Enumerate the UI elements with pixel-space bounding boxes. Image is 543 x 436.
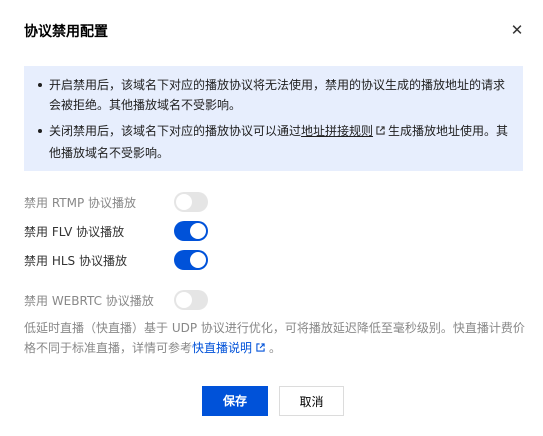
notice-text: 开启禁用后，该域名下对应的播放协议将无法使用，禁用的协议生成的播放地址的请求会被…: [49, 78, 506, 112]
save-button[interactable]: 保存: [202, 386, 268, 416]
toggle-label-flv: 禁用 FLV 协议播放: [24, 224, 125, 239]
notice-item: 开启禁用后，该域名下对应的播放协议将无法使用，禁用的协议生成的播放地址的请求会被…: [38, 75, 509, 115]
webrtc-toggle[interactable]: [174, 290, 208, 310]
fast-live-doc-link[interactable]: 快直播说明: [192, 341, 252, 355]
rtmp-toggle[interactable]: [174, 192, 208, 212]
toggle-label-hls: 禁用 HLS 协议播放: [24, 253, 127, 268]
dialog-title: 协议禁用配置: [24, 24, 108, 40]
toggle-label-rtmp: 禁用 RTMP 协议播放: [24, 195, 137, 210]
cancel-button[interactable]: 取消: [279, 386, 344, 416]
toggle-knob: [190, 252, 206, 268]
notice-text-before: 关闭禁用后，该域名下对应的播放协议可以通过: [49, 124, 302, 138]
flv-toggle[interactable]: [174, 221, 208, 241]
toggle-knob: [176, 194, 192, 210]
toggle-row-webrtc: 禁用 WEBRTC 协议播放: [24, 290, 208, 310]
notice-item: 关闭禁用后，该域名下对应的播放协议可以通过地址拼接规则 生成播放地址使用。其他播放…: [38, 121, 509, 163]
hls-toggle[interactable]: [174, 250, 208, 270]
toggle-row-flv: 禁用 FLV 协议播放: [24, 221, 208, 241]
protocol-disable-dialog: 协议禁用配置 ✕ 开启禁用后，该域名下对应的播放协议将无法使用，禁用的协议生成的…: [0, 0, 543, 436]
toggle-row-hls: 禁用 HLS 协议播放: [24, 250, 208, 270]
external-link-icon[interactable]: [256, 343, 265, 355]
bullet-dot: [38, 83, 42, 87]
fast-live-description: 低延时直播（快直播）基于 UDP 协议进行优化，可将播放延迟降低至毫秒级别。快直…: [24, 318, 534, 360]
external-link-icon[interactable]: [376, 123, 385, 143]
toggle-label-webrtc: 禁用 WEBRTC 协议播放: [24, 293, 154, 308]
bullet-dot: [38, 129, 42, 133]
toggle-knob: [176, 292, 192, 308]
toggle-knob: [190, 223, 206, 239]
notice-box: 开启禁用后，该域名下对应的播放协议将无法使用，禁用的协议生成的播放地址的请求会被…: [24, 66, 523, 171]
toggle-row-rtmp: 禁用 RTMP 协议播放: [24, 192, 208, 212]
description-text-after: 。: [269, 341, 282, 355]
close-icon[interactable]: ✕: [510, 22, 524, 38]
address-rule-link[interactable]: 地址拼接规则: [301, 124, 373, 138]
